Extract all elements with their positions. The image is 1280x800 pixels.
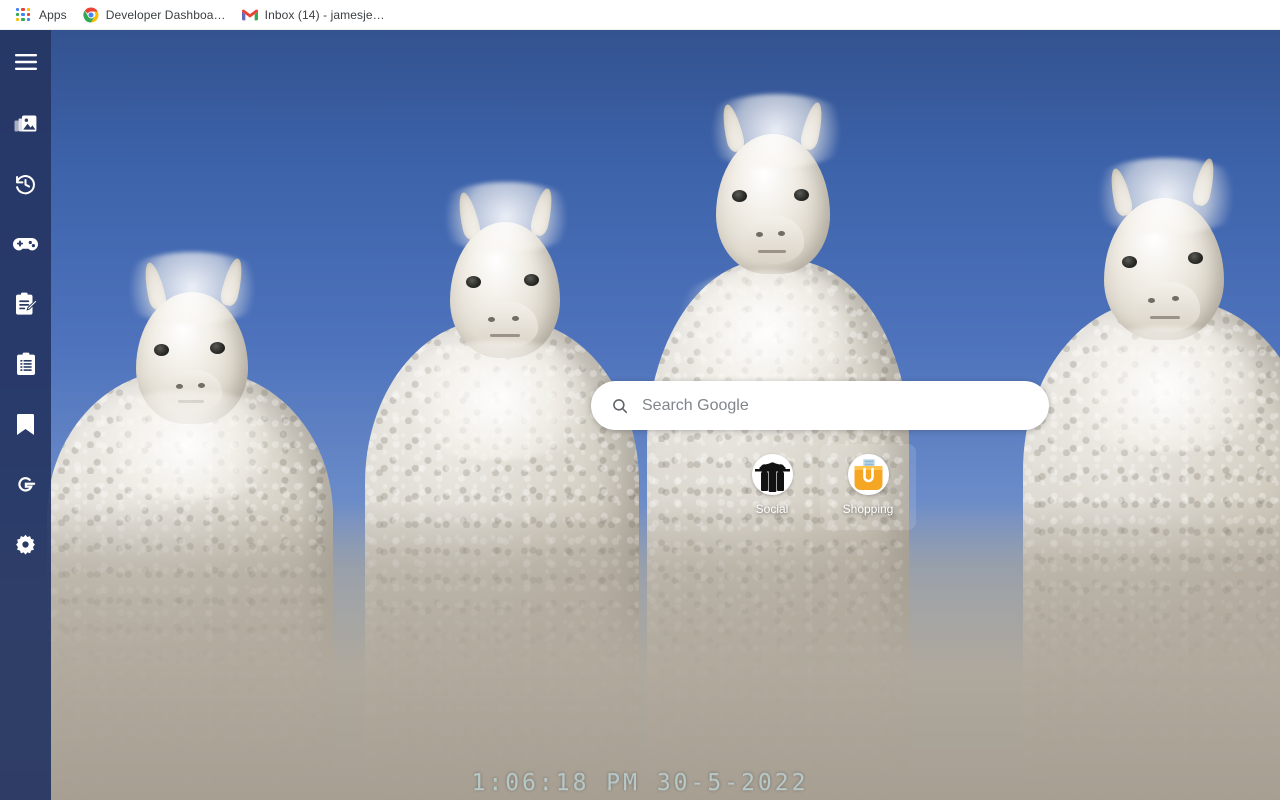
shortcut-tiles: Social Shopping (591, 444, 1049, 530)
wallpaper-foreground (0, 500, 1280, 800)
shortcut-tile-shopping[interactable]: Shopping (820, 444, 916, 530)
gmail-icon (241, 7, 258, 23)
sidebar-item-google[interactable] (0, 454, 51, 514)
shopping-bag-icon (847, 454, 889, 495)
bookmark-label: Inbox (14) - jamesje… (264, 7, 385, 22)
apps-grid-icon (16, 7, 32, 23)
search-icon (611, 397, 629, 415)
sidebar-item-history[interactable] (0, 154, 51, 214)
history-clock-icon (14, 173, 37, 196)
hamburger-menu-icon (14, 54, 37, 70)
sidebar-item-games[interactable] (0, 214, 51, 274)
search-box[interactable] (591, 381, 1049, 430)
bookmarks-bar: Apps Developer Dashboa… Inbox (14) - jam… (0, 0, 1280, 30)
bookmark-label: Developer Dashboa… (105, 7, 226, 22)
left-sidebar (0, 30, 51, 800)
clipboard-list-icon (16, 352, 36, 376)
chrome-icon (83, 6, 99, 23)
social-people-icon (751, 454, 793, 495)
photos-icon (14, 114, 37, 134)
bookmark-inbox[interactable]: Inbox (14) - jamesje… (238, 3, 393, 27)
bookmark-label: Apps (39, 7, 67, 22)
note-pencil-icon (15, 292, 37, 316)
bookmark-apps[interactable]: Apps (12, 3, 75, 27)
shortcut-tile-social[interactable]: Social (724, 444, 820, 530)
bookmark-icon (17, 413, 34, 436)
sidebar-item-notes[interactable] (0, 274, 51, 334)
shortcut-label: Shopping (842, 502, 894, 516)
search-input[interactable] (642, 396, 1049, 415)
sidebar-item-bookmarks[interactable] (0, 394, 51, 454)
sidebar-item-settings[interactable] (0, 514, 51, 574)
sidebar-item-photos[interactable] (0, 94, 51, 154)
shortcut-label: Social (755, 502, 789, 516)
sidebar-item-menu[interactable] (0, 30, 51, 94)
google-g-icon (14, 473, 37, 496)
game-controller-icon (13, 236, 38, 252)
gear-icon (15, 534, 36, 555)
bookmark-developer-dashboard[interactable]: Developer Dashboa… (79, 3, 234, 27)
sidebar-item-lists[interactable] (0, 334, 51, 394)
